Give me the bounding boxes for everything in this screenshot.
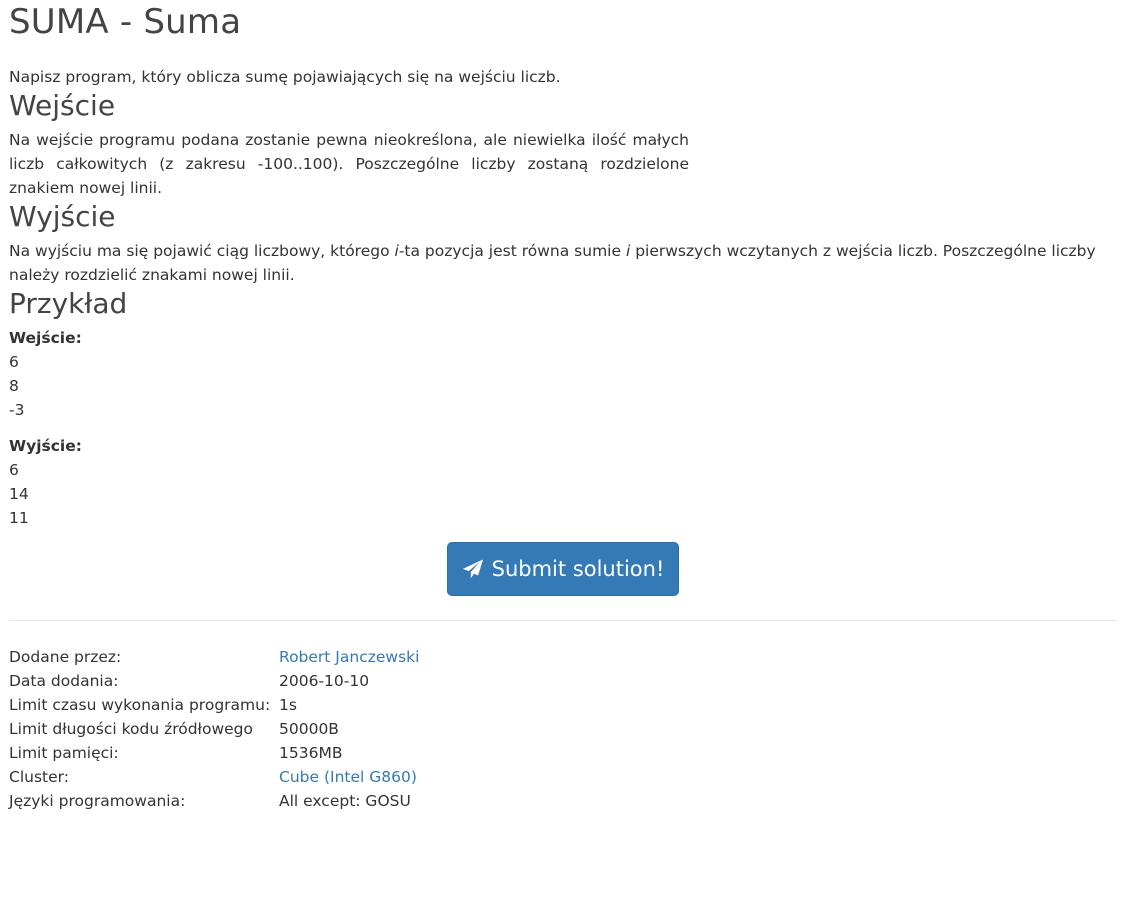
example-input-line: -3: [9, 401, 25, 419]
divider: [9, 620, 1117, 621]
submit-solution-label: Submit solution!: [491, 557, 665, 581]
example-heading: Przykład: [9, 287, 128, 320]
author-link[interactable]: Robert Janczewski: [279, 648, 419, 666]
info-row-cluster: Cluster: Cube (Intel G860): [9, 765, 419, 789]
example-output-label: Wyjście:: [9, 437, 82, 455]
cluster-link[interactable]: Cube (Intel G860): [279, 768, 417, 786]
date-label: Data dodania:: [9, 672, 119, 690]
cluster-label: Cluster:: [9, 768, 69, 786]
info-row-date: Data dodania: 2006-10-10: [9, 669, 419, 693]
info-row-languages: Języki programowania: All except: GOSU: [9, 789, 419, 813]
memory-label: Limit pamięci:: [9, 744, 119, 762]
memory-value: 1536MB: [279, 744, 343, 762]
output-text-part1: Na wyjściu ma się pojawić ciąg liczbowy,…: [9, 242, 395, 260]
info-row-added-by: Dodane przez: Robert Janczewski: [9, 645, 419, 669]
submit-container: Submit solution!: [9, 542, 1117, 596]
languages-label: Języki programowania:: [9, 792, 186, 810]
languages-value: All except: GOSU: [279, 792, 411, 810]
example-output-line: 6: [9, 461, 19, 479]
output-text-part2: -ta pozycja jest równa sumie: [398, 242, 626, 260]
output-heading: Wyjście: [9, 200, 116, 233]
date-value: 2006-10-10: [279, 672, 370, 690]
info-row-time-limit: Limit czasu wykonania programu: 1s: [9, 693, 419, 717]
input-heading: Wejście: [9, 89, 116, 122]
cluster-cell: Cube (Intel G860): [279, 765, 419, 789]
page-title: SUMA - Suma: [9, 2, 242, 42]
output-description: Na wyjściu ma się pojawić ciąg liczbowy,…: [9, 239, 1117, 287]
time-limit-label: Limit czasu wykonania programu:: [9, 696, 271, 714]
problem-info-table: Dodane przez: Robert Janczewski Data dod…: [9, 645, 419, 813]
paper-plane-icon: [462, 559, 483, 579]
example-input-line: 6: [9, 353, 19, 371]
example-output: Wyjście: 6 14 11: [9, 434, 1117, 530]
time-limit-value: 1s: [279, 696, 297, 714]
problem-page: SUMA - Suma Napisz program, który oblicz…: [0, 0, 1123, 813]
example-output-line: 11: [9, 509, 29, 527]
input-description: Na wejście programu podana zostanie pewn…: [9, 131, 689, 197]
problem-intro: Napisz program, który oblicza sumę pojaw…: [9, 68, 561, 86]
example-input: Wejście: 6 8 -3: [9, 326, 1117, 422]
added-by-label: Dodane przez:: [9, 648, 122, 666]
example-input-label: Wejście:: [9, 329, 82, 347]
info-row-memory: Limit pamięci: 1536MB: [9, 741, 419, 765]
example-input-line: 8: [9, 377, 19, 395]
added-by-cell: Robert Janczewski: [279, 645, 419, 669]
code-limit-label: Limit długości kodu źródłowego: [9, 720, 253, 738]
code-limit-value: 50000B: [279, 720, 339, 738]
info-row-code-limit: Limit długości kodu źródłowego 50000B: [9, 717, 419, 741]
example-output-line: 14: [9, 485, 29, 503]
submit-solution-button[interactable]: Submit solution!: [447, 542, 679, 596]
